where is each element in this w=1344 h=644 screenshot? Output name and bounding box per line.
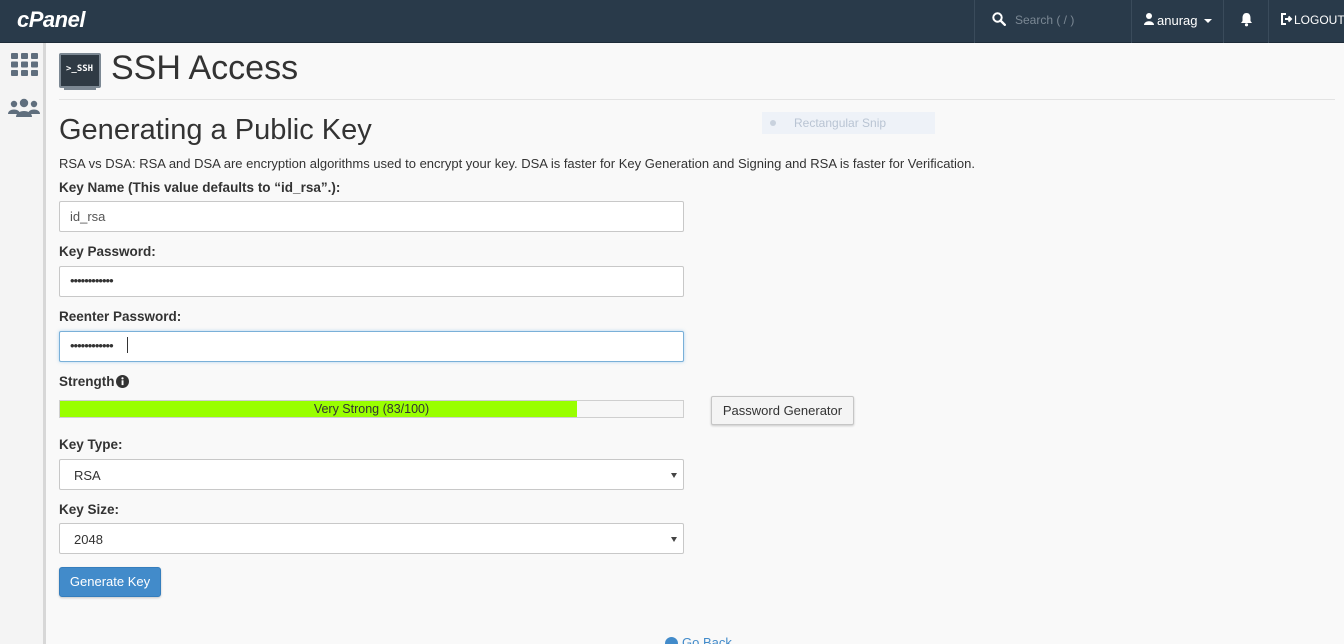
key-size-select[interactable]: 2048 (59, 523, 684, 554)
users-icon[interactable] (8, 98, 40, 118)
key-name-label: Key Name (This value defaults to “id_rsa… (59, 180, 341, 195)
section-title: Generating a Public Key (59, 114, 372, 146)
strength-meter-text: Very Strong (83/100) (313, 402, 430, 416)
key-password-input[interactable] (59, 266, 684, 297)
dropdown-arrow-icon (671, 473, 677, 478)
logout-label: LOGOUT (1294, 13, 1344, 27)
left-sidebar (0, 43, 46, 644)
text-cursor (127, 337, 128, 353)
go-back-label: Go Back (682, 635, 732, 644)
snip-dot-icon (770, 120, 776, 126)
header-divider (59, 99, 1335, 100)
dropdown-arrow-icon (671, 537, 677, 542)
generate-key-button[interactable]: Generate Key (59, 567, 161, 597)
ssh-icon-label: >_SSH (66, 64, 94, 74)
search-icon (992, 12, 1006, 26)
arrow-left-circle-icon (665, 637, 678, 644)
ssh-terminal-icon: >_SSH (59, 53, 101, 90)
logout-icon (1281, 13, 1293, 25)
info-icon[interactable] (116, 375, 129, 388)
logout-button[interactable]: LOGOUT (1268, 0, 1344, 43)
strength-meter: Very Strong (83/100) (59, 400, 684, 418)
top-navbar: cPanel anurag LOGOUT (0, 0, 1344, 43)
key-type-select[interactable]: RSA (59, 459, 684, 490)
description-text: RSA vs DSA: RSA and DSA are encryption a… (59, 156, 975, 171)
page-title: SSH Access (111, 49, 299, 87)
key-password-label: Key Password: (59, 244, 156, 259)
cpanel-logo[interactable]: cPanel (17, 7, 85, 33)
username: anurag (1157, 13, 1198, 28)
password-generator-button[interactable]: Password Generator (711, 396, 854, 425)
user-icon (1144, 13, 1154, 25)
search-input[interactable] (1015, 11, 1125, 29)
key-size-label: Key Size: (59, 502, 120, 517)
key-password-value: •••••••••••• (70, 273, 114, 288)
strength-label: Strength (59, 374, 115, 389)
key-type-label: Key Type: (59, 437, 123, 452)
reenter-password-value: •••••••••••• (70, 338, 114, 353)
snip-tooltip: Rectangular Snip (762, 112, 935, 134)
snip-label: Rectangular Snip (794, 116, 887, 130)
user-menu[interactable]: anurag (1131, 0, 1223, 43)
grid-icon[interactable] (11, 53, 38, 76)
chevron-down-icon (1204, 19, 1212, 23)
key-size-value: 2048 (74, 532, 103, 547)
bell-icon (1241, 13, 1252, 27)
key-name-input[interactable] (59, 201, 684, 232)
reenter-password-label: Reenter Password: (59, 309, 182, 324)
search-box[interactable] (974, 0, 1131, 43)
notifications-button[interactable] (1223, 0, 1268, 43)
key-type-value: RSA (74, 468, 101, 483)
reenter-password-input[interactable] (59, 331, 684, 362)
